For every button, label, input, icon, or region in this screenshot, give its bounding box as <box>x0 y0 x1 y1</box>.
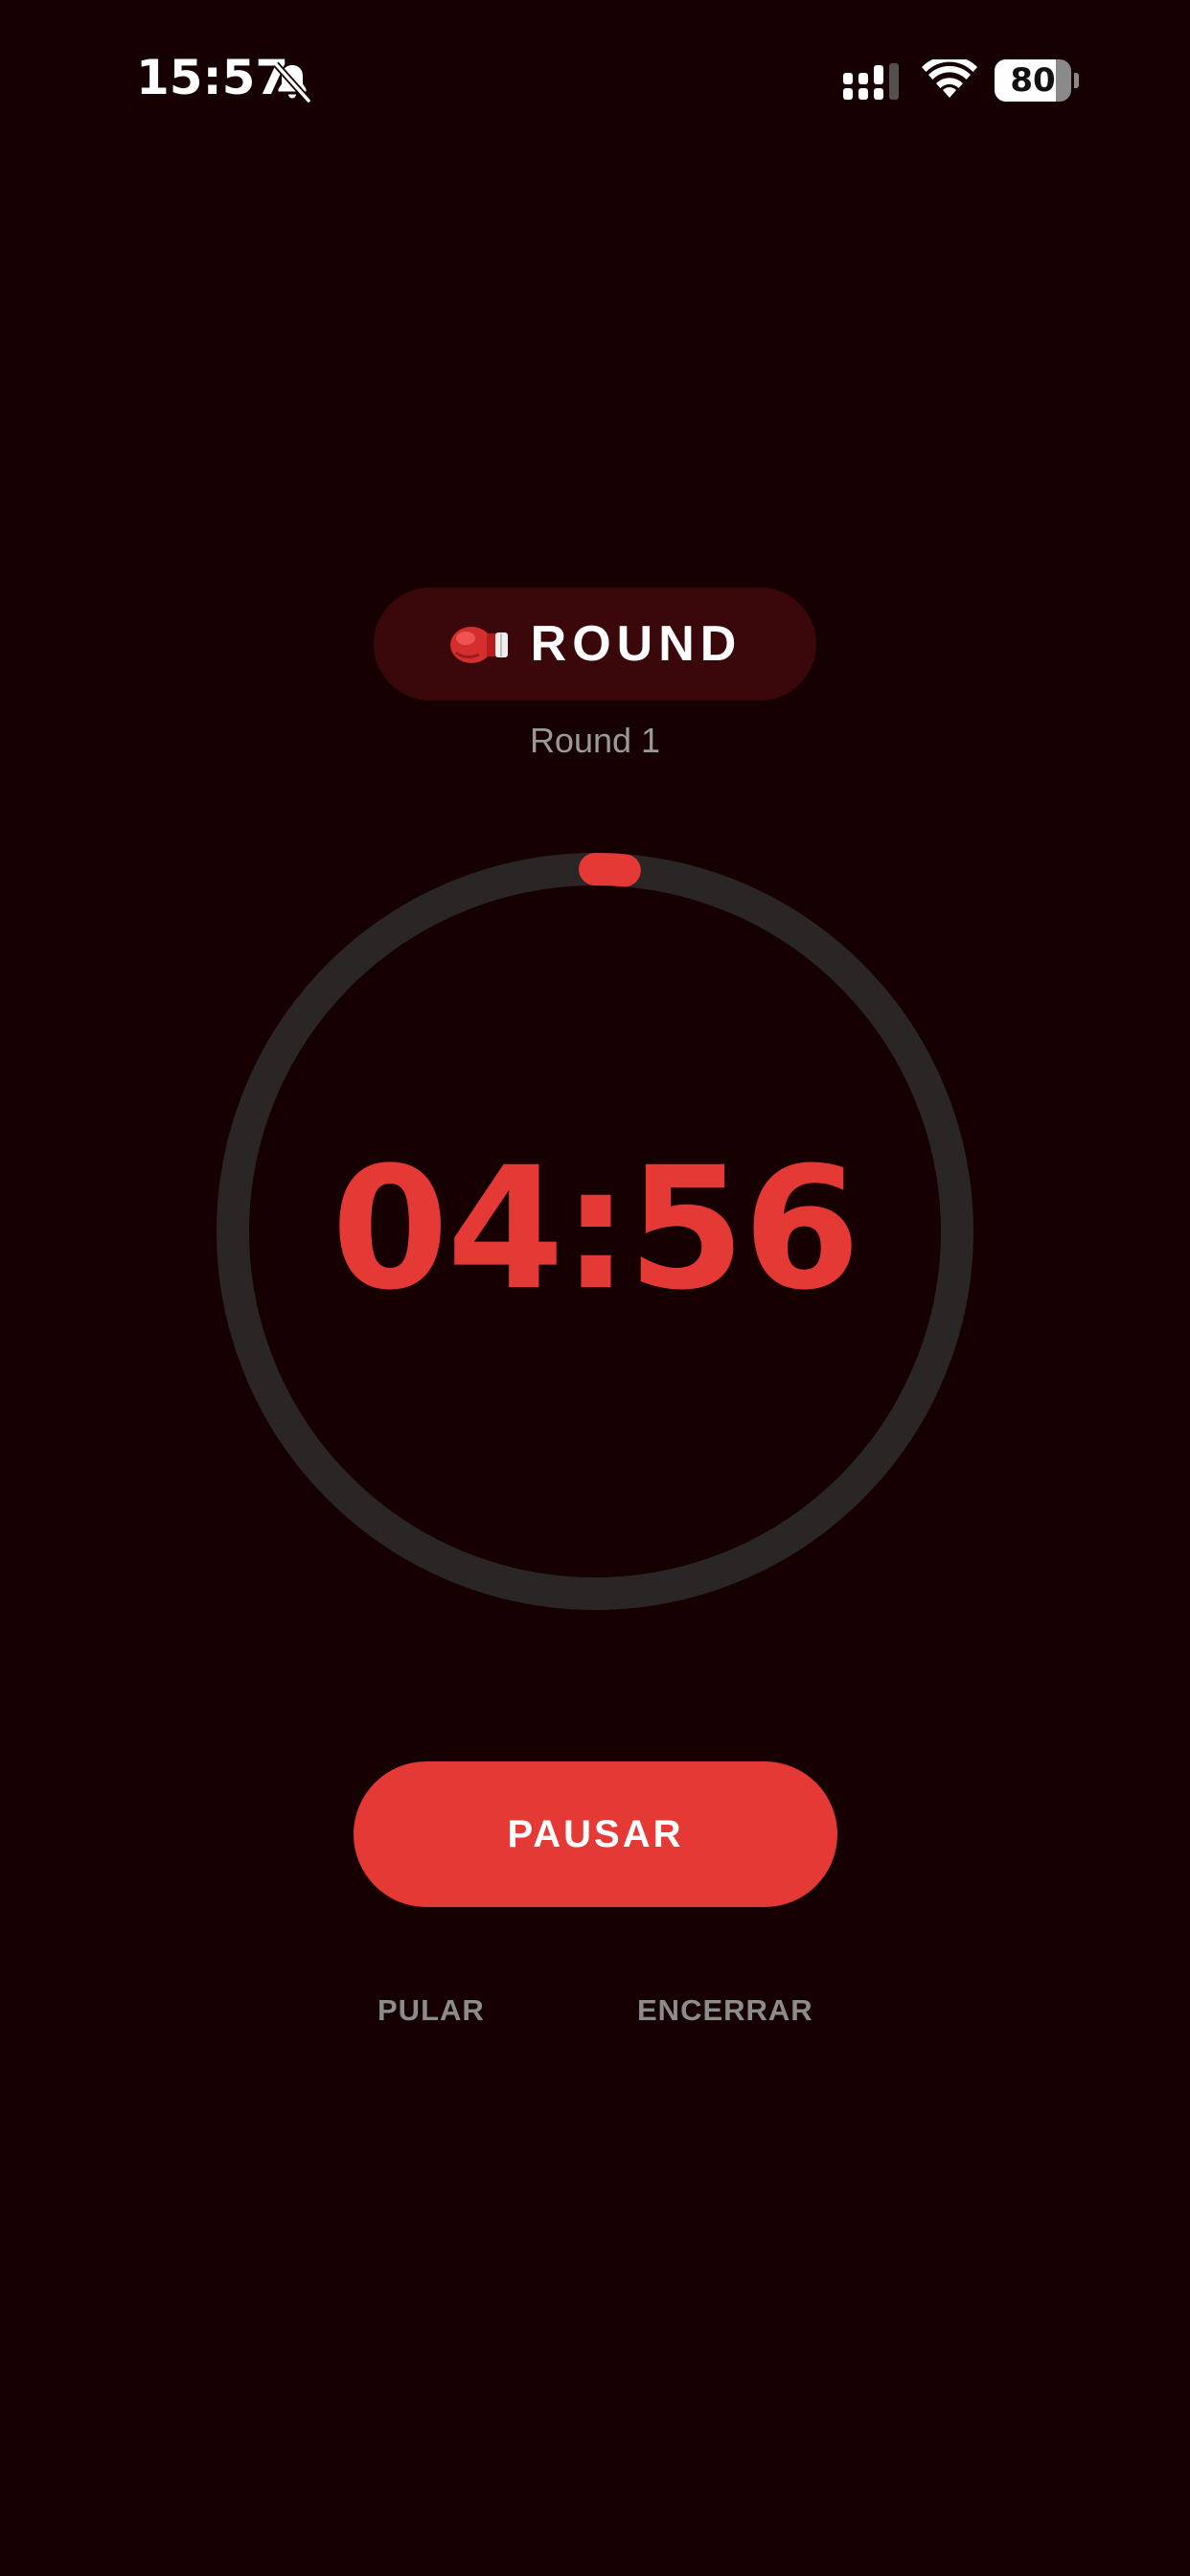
pause-button-label: PAUSAR <box>507 1812 684 1855</box>
boxing-glove-icon <box>449 627 508 663</box>
battery-percentage: 80 <box>1010 61 1056 100</box>
end-button[interactable]: ENCERRAR <box>637 1993 813 2036</box>
status-time: 15:57 <box>136 50 289 105</box>
battery-body: 80 <box>995 59 1071 102</box>
round-label: Round 1 <box>529 721 661 760</box>
pause-button[interactable]: PAUSAR <box>354 1761 837 1907</box>
battery-icon: 80 <box>995 59 1079 102</box>
status-bar: 15:57 80 <box>0 0 1190 163</box>
wifi-icon <box>922 59 977 98</box>
bell-slash-icon <box>273 61 311 104</box>
skip-button[interactable]: PULAR <box>378 1993 485 2036</box>
phase-label: ROUND <box>530 616 743 672</box>
signal-icon <box>843 63 899 100</box>
timer-display: 04:56 <box>331 1131 860 1327</box>
battery-tip <box>1074 73 1079 88</box>
phase-pill: ROUND <box>374 587 816 701</box>
